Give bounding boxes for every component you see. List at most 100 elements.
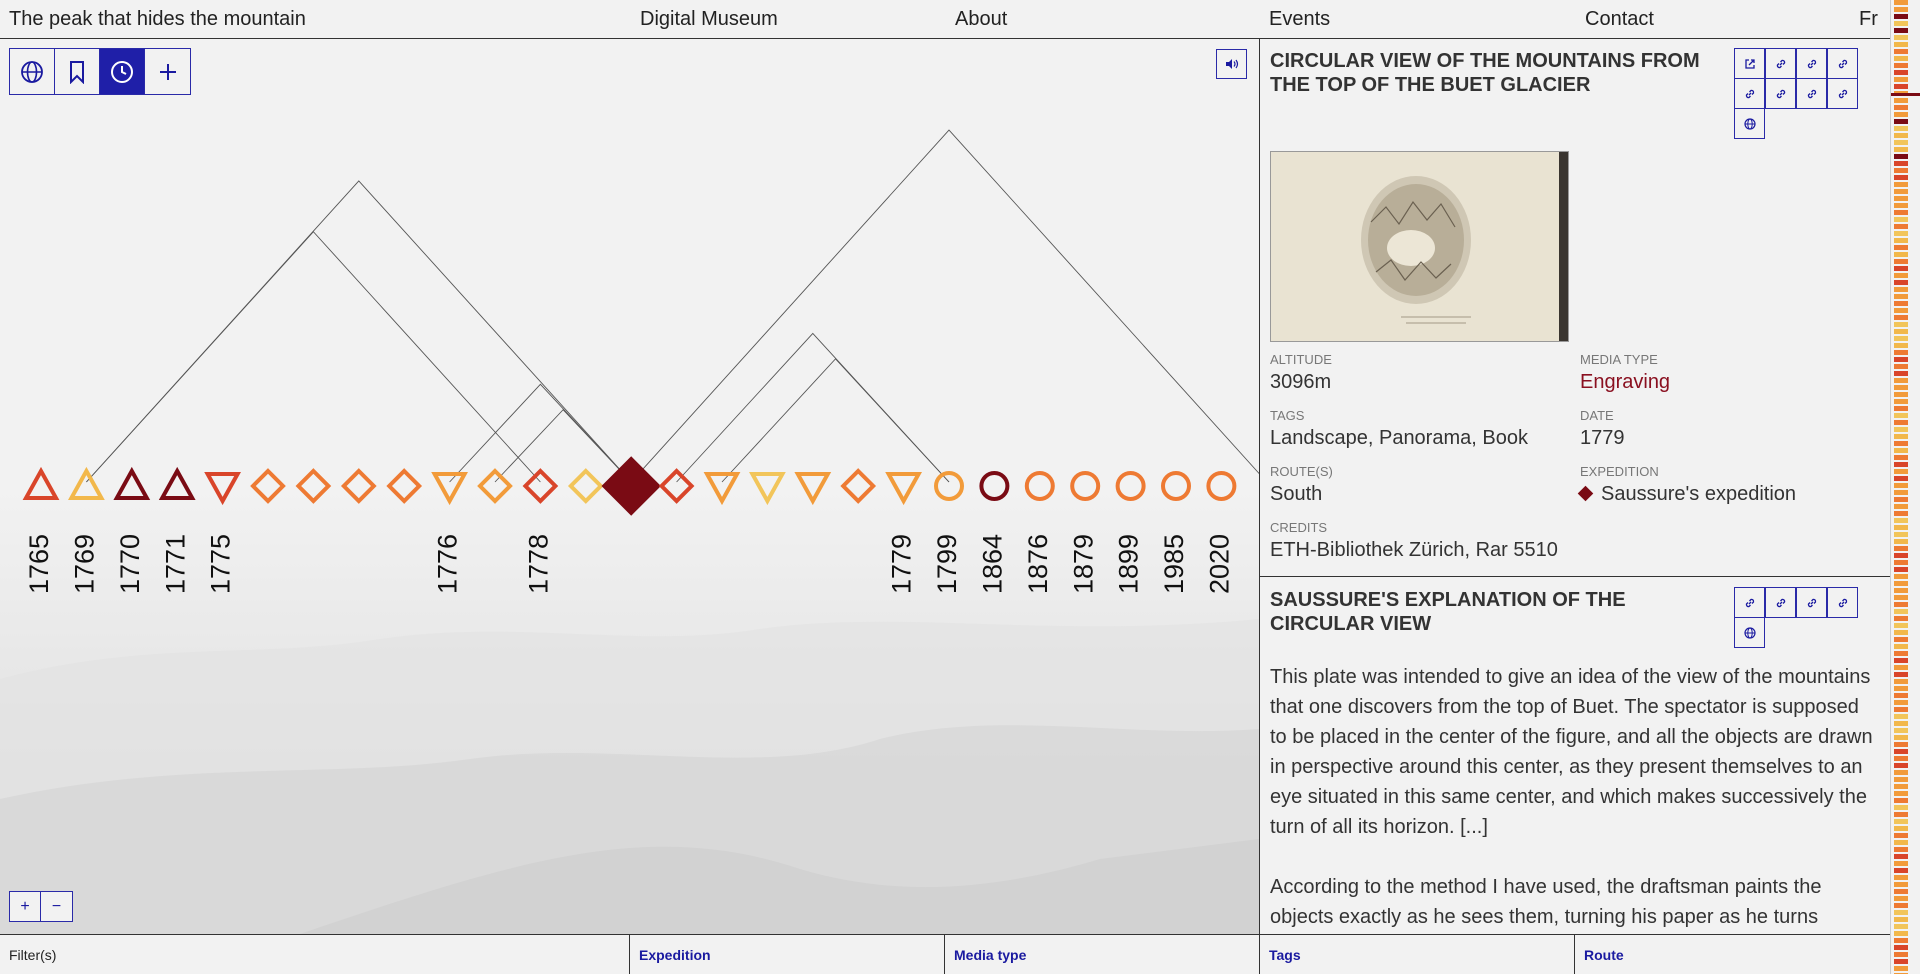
timeline-marker[interactable] — [522, 468, 559, 504]
scrubber-segment — [1894, 602, 1908, 607]
card-action-icons — [1734, 587, 1858, 648]
media-card: Circular view of the mountains from the … — [1260, 39, 1890, 577]
external-link-button[interactable] — [1734, 48, 1765, 79]
timeline-year-label: 1864 — [978, 534, 1008, 594]
timeline-marker[interactable] — [295, 468, 332, 504]
timeline-scrubber[interactable] — [1890, 0, 1920, 974]
engraving-thumbnail[interactable] — [1270, 151, 1569, 342]
scrubber-segment — [1894, 756, 1908, 761]
scrubber-segment — [1894, 441, 1908, 446]
timeline-marker[interactable] — [340, 468, 377, 504]
map-locate-button[interactable] — [1734, 108, 1765, 139]
link-button[interactable] — [1827, 587, 1858, 618]
timeline-marker[interactable] — [1070, 471, 1101, 501]
description-paragraph: This plate was intended to give an idea … — [1270, 666, 1873, 838]
link-button[interactable] — [1796, 48, 1827, 79]
scrubber-segment — [1894, 350, 1908, 355]
timeline-marker[interactable] — [22, 466, 60, 500]
top-nav: The peak that hides the mountain Digital… — [0, 0, 1890, 39]
filters-label: Filter(s) — [9, 947, 57, 963]
bookmark-view-button[interactable] — [55, 49, 100, 94]
link-icon — [1745, 598, 1754, 607]
timeline-marker[interactable] — [204, 472, 241, 506]
scrubber-segment — [1894, 112, 1908, 117]
link-button[interactable] — [1765, 78, 1796, 109]
scrubber-segment — [1894, 448, 1908, 453]
timeline-marker[interactable] — [431, 472, 468, 506]
sound-button[interactable] — [1216, 49, 1247, 79]
timeline-marker[interactable] — [113, 466, 151, 500]
scrubber-segment — [1894, 182, 1908, 187]
media-type-value[interactable]: Engraving — [1580, 371, 1670, 394]
scrubber-segment — [1894, 168, 1908, 173]
link-button[interactable] — [1734, 78, 1765, 109]
timeline-marker-selected[interactable] — [601, 456, 661, 516]
link-button[interactable] — [1765, 587, 1796, 618]
routes-label: ROUTE(S) — [1270, 464, 1333, 479]
timeline-view-button[interactable] — [100, 49, 145, 94]
timeline-marker[interactable] — [703, 472, 741, 506]
timeline-marker[interactable] — [840, 468, 877, 504]
zoom-in-button[interactable]: + — [10, 892, 41, 921]
globe-icon — [1743, 117, 1756, 130]
nav-item-contact[interactable]: Contact — [1585, 8, 1654, 31]
scrubber-segment — [1894, 245, 1908, 250]
scrubber-segment — [1894, 175, 1908, 180]
scrubber-segment — [1894, 343, 1908, 348]
timeline-marker[interactable] — [885, 472, 922, 506]
link-button[interactable] — [1796, 587, 1827, 618]
scrubber-segment — [1894, 903, 1908, 908]
timeline-year-label: 1879 — [1068, 534, 1098, 594]
filter-route[interactable]: Route — [1574, 935, 1890, 974]
filter-expedition[interactable]: Expedition — [629, 935, 944, 974]
nav-item-digital-museum[interactable]: Digital Museum — [640, 8, 778, 31]
timeline-marker[interactable] — [1161, 471, 1191, 501]
scrubber-segment — [1894, 329, 1908, 334]
timeline-marker[interactable] — [1024, 471, 1055, 501]
filter-media-type[interactable]: Media type — [944, 935, 1259, 974]
timeline-marker[interactable] — [934, 471, 964, 501]
scrubber-segment — [1894, 777, 1908, 782]
timeline-marker[interactable] — [68, 466, 105, 500]
scrubber-segment — [1894, 35, 1908, 40]
timeline-year-label: 1799 — [932, 534, 962, 594]
scrubber-position-marker[interactable] — [1891, 93, 1920, 96]
nav-item-events[interactable]: Events — [1269, 8, 1330, 31]
timeline-marker[interactable] — [158, 466, 196, 500]
scrubber-segment — [1894, 644, 1908, 649]
timeline-marker[interactable] — [979, 471, 1010, 501]
timeline-marker[interactable] — [250, 468, 286, 504]
scrubber-segment — [1894, 399, 1908, 404]
timeline-marker[interactable] — [658, 468, 695, 504]
map-view-button[interactable] — [10, 49, 55, 94]
scrubber-segment — [1894, 651, 1908, 656]
language-switch[interactable]: Fr — [1859, 8, 1878, 31]
filter-tags[interactable]: Tags — [1259, 935, 1574, 974]
link-button[interactable] — [1827, 78, 1858, 109]
timeline-marker[interactable] — [1115, 471, 1146, 501]
add-view-button[interactable] — [145, 49, 190, 94]
timeline-marker[interactable] — [477, 468, 513, 504]
site-title-link[interactable]: The peak that hides the mountain — [9, 8, 306, 31]
nav-item-about[interactable]: About — [955, 8, 1007, 31]
map-locate-button[interactable] — [1734, 617, 1765, 648]
zoom-out-button[interactable]: − — [41, 892, 72, 921]
timeline-marker[interactable] — [386, 468, 423, 504]
link-button[interactable] — [1796, 78, 1827, 109]
scrubber-segment — [1894, 917, 1908, 922]
timeline-marker[interactable] — [567, 468, 604, 504]
timeline-marker[interactable] — [794, 472, 832, 506]
description-text: This plate was intended to give an idea … — [1270, 662, 1880, 934]
link-button[interactable] — [1827, 48, 1858, 79]
engraving-image — [1271, 152, 1568, 341]
link-button[interactable] — [1765, 48, 1796, 79]
timeline-marker[interactable] — [749, 472, 786, 506]
scrubber-segment — [1894, 385, 1908, 390]
link-button[interactable] — [1734, 587, 1765, 618]
scrubber-segment — [1894, 427, 1908, 432]
detail-panel: Circular view of the mountains from the … — [1259, 39, 1890, 934]
timeline-marker[interactable] — [1206, 471, 1237, 501]
expedition-value[interactable]: Saussure's expedition — [1577, 483, 1796, 506]
scrubber-segment — [1894, 518, 1908, 523]
link-icon — [1776, 598, 1785, 607]
